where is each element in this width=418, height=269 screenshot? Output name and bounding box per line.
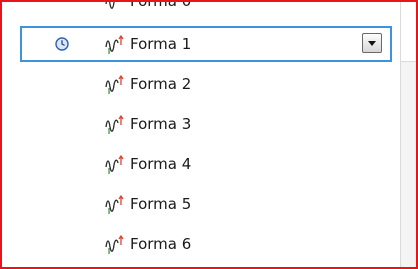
wave-arrow-icon — [105, 154, 124, 174]
clock-icon — [55, 37, 69, 51]
list-item-selected-content: Forma 1 — [2, 24, 400, 64]
list-item-label: Forma 6 — [130, 235, 192, 253]
list-item-label: Forma 5 — [130, 195, 192, 213]
forma-list: Forma 0 Forma 1 — [2, 2, 400, 267]
wave-arrow-icon — [105, 234, 124, 254]
wave-arrow-icon — [105, 114, 124, 134]
list-item[interactable]: Forma 5 — [2, 184, 400, 224]
list-item[interactable]: Forma 4 — [2, 144, 400, 184]
list-item[interactable]: Forma 2 — [2, 64, 400, 104]
list-item-label: Forma 0 — [130, 2, 191, 11]
scrollbar-top-region[interactable] — [401, 2, 416, 62]
list-item-label: Forma 1 — [130, 35, 192, 53]
list-item-label: Forma 2 — [130, 75, 192, 93]
highlight-frame: Forma 0 Forma 1 — [0, 0, 418, 269]
wave-arrow-icon — [105, 34, 124, 54]
list-item-label: Forma 3 — [130, 115, 192, 133]
vertical-scrollbar[interactable] — [400, 2, 416, 267]
list-item-label: Forma 4 — [130, 155, 192, 173]
wave-arrow-icon — [105, 2, 115, 9]
list-item[interactable]: Forma 6 — [2, 224, 400, 264]
wave-arrow-icon — [105, 194, 124, 214]
list-item[interactable]: Forma 3 — [2, 104, 400, 144]
wave-arrow-icon — [105, 74, 124, 94]
